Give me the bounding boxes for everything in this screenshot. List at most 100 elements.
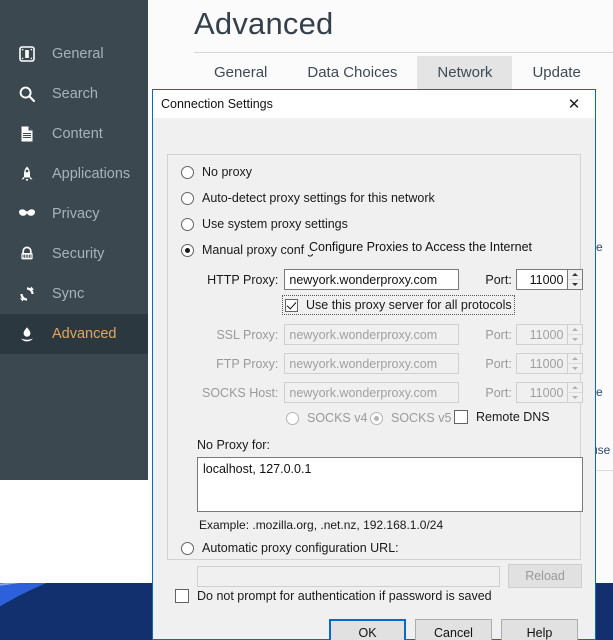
http-port-spinner[interactable]	[568, 269, 583, 290]
use-proxy-for-all-indicator	[285, 298, 298, 312]
spinner-down-icon[interactable]	[568, 364, 582, 373]
preferences-tabs: General Data Choices Network Update	[194, 56, 601, 91]
sidebar-item-privacy[interactable]: Privacy	[0, 194, 148, 234]
proxy-configuration-legend: Configure Proxies to Access the Internet	[305, 240, 537, 254]
ftp-proxy-label: FTP Proxy:	[216, 356, 279, 371]
radio-automatic-proxy-url-label: Automatic proxy configuration URL:	[202, 541, 399, 555]
screen: General Search Content Applications Priv…	[0, 0, 613, 640]
sidebar-item-applications[interactable]: Applications	[0, 154, 148, 194]
ssl-proxy-row: SSL Proxy: newyork.wonderproxy.com Port:…	[197, 324, 583, 345]
title-divider	[194, 52, 613, 53]
http-port-input[interactable]: 11000	[515, 269, 569, 290]
close-icon[interactable]: ✕	[553, 90, 595, 118]
no-proxy-for-label-row: No Proxy for:	[197, 438, 270, 452]
connection-settings-dialog: Connection Settings ✕ Configure Proxies …	[152, 89, 596, 640]
content-icon	[14, 122, 40, 146]
page-title: Advanced	[194, 6, 334, 41]
radio-auto-detect-proxy[interactable]: Auto-detect proxy settings for this netw…	[181, 191, 435, 205]
sidebar-item-security[interactable]: Security	[0, 234, 148, 274]
socks-host-label: SOCKS Host:	[201, 385, 279, 400]
dialog-titlebar: Connection Settings ✕	[153, 90, 595, 118]
radio-automatic-proxy-url[interactable]: Automatic proxy configuration URL:	[181, 541, 399, 555]
security-lock-icon	[14, 242, 40, 266]
pac-url-input[interactable]	[197, 565, 500, 587]
socks-host-input[interactable]: newyork.wonderproxy.com	[284, 382, 460, 403]
use-proxy-for-all-label: Use this proxy server for all protocols	[306, 298, 512, 312]
ftp-proxy-row: FTP Proxy: newyork.wonderproxy.com Port:…	[197, 353, 583, 374]
radio-use-system-proxy[interactable]: Use system proxy settings	[181, 217, 348, 231]
tab-data-choices[interactable]: Data Choices	[287, 56, 417, 91]
reload-button[interactable]: Reload	[508, 564, 582, 588]
sidebar-item-content[interactable]: Content	[0, 114, 148, 154]
socks-v5-indicator	[370, 411, 383, 425]
radio-no-proxy[interactable]: No proxy	[181, 165, 252, 179]
sidebar-item-search[interactable]: Search	[0, 74, 148, 114]
socks-port-spinner[interactable]	[568, 382, 583, 403]
preferences-sidebar: General Search Content Applications Priv…	[0, 0, 148, 480]
spinner-up-icon[interactable]	[568, 325, 582, 335]
radio-use-system-indicator	[181, 217, 194, 231]
http-port-label: Port:	[485, 272, 512, 287]
applications-icon	[14, 162, 40, 186]
tab-network[interactable]: Network	[417, 56, 513, 91]
do-not-prompt-checkbox[interactable]: Do not prompt for authentication if pass…	[175, 589, 492, 603]
sidebar-item-sync[interactable]: Sync	[0, 274, 148, 314]
sidebar-item-label: Applications	[52, 166, 131, 182]
socks-v5-radio[interactable]: SOCKS v5	[370, 411, 451, 425]
socks-host-row: SOCKS Host: newyork.wonderproxy.com Port…	[197, 382, 583, 403]
use-proxy-for-all-protocols-checkbox[interactable]: Use this proxy server for all protocols	[282, 295, 515, 315]
sidebar-item-general[interactable]: General	[0, 34, 148, 74]
socks-port-input[interactable]: 11000	[515, 382, 569, 403]
socks-v4-indicator	[286, 411, 299, 425]
no-proxy-example-note: Example: .mozilla.org, .net.nz, 192.168.…	[199, 518, 444, 532]
socks-v4-radio[interactable]: SOCKS v4	[286, 411, 367, 425]
ok-button[interactable]: OK	[329, 619, 406, 640]
do-not-prompt-indicator	[175, 589, 189, 603]
cancel-button[interactable]: Cancel	[415, 619, 492, 640]
radio-auto-detect-label: Auto-detect proxy settings for this netw…	[202, 191, 435, 205]
ftp-port-input[interactable]: 11000	[515, 353, 569, 374]
ssl-port-input[interactable]: 11000	[515, 324, 569, 345]
sidebar-item-advanced[interactable]: Advanced	[0, 314, 148, 354]
spinner-down-icon[interactable]	[568, 280, 582, 289]
spinner-up-icon[interactable]	[568, 383, 582, 393]
sidebar-item-label: General	[52, 46, 104, 62]
remote-dns-checkbox[interactable]: Remote DNS	[454, 410, 550, 424]
pac-url-row: Reload	[197, 564, 582, 588]
sidebar-item-label: Search	[52, 86, 98, 102]
privacy-mask-icon	[14, 202, 40, 226]
remote-dns-indicator	[454, 410, 468, 424]
spinner-up-icon[interactable]	[568, 354, 582, 364]
general-icon	[14, 42, 40, 66]
sidebar-item-label: Security	[52, 246, 105, 262]
radio-auto-detect-indicator	[181, 191, 194, 205]
tab-general[interactable]: General	[194, 56, 287, 91]
spinner-down-icon[interactable]	[568, 335, 582, 344]
sidebar-item-label: Sync	[52, 286, 85, 302]
ftp-proxy-input[interactable]: newyork.wonderproxy.com	[284, 353, 460, 374]
help-button[interactable]: Help	[501, 619, 578, 640]
spinner-down-icon[interactable]	[568, 393, 582, 402]
ssl-proxy-input[interactable]: newyork.wonderproxy.com	[284, 324, 460, 345]
do-not-prompt-label: Do not prompt for authentication if pass…	[197, 589, 492, 603]
socks-v4-label: SOCKS v4	[307, 411, 368, 425]
ssl-port-label: Port:	[485, 327, 512, 342]
advanced-icon	[14, 322, 40, 346]
socks-v5-label: SOCKS v5	[391, 411, 452, 425]
spinner-up-icon[interactable]	[568, 270, 582, 280]
no-proxy-for-label: No Proxy for:	[197, 438, 270, 452]
ftp-port-spinner[interactable]	[568, 353, 583, 374]
http-proxy-row: HTTP Proxy: newyork.wonderproxy.com Port…	[197, 269, 583, 290]
search-icon	[14, 82, 40, 106]
tab-update[interactable]: Update	[512, 56, 600, 91]
radio-automatic-proxy-url-indicator	[181, 541, 194, 555]
ssl-port-spinner[interactable]	[568, 324, 583, 345]
no-proxy-for-textarea[interactable]: localhost, 127.0.0.1	[197, 457, 583, 512]
sidebar-item-label: Advanced	[52, 326, 117, 342]
ssl-proxy-label: SSL Proxy:	[216, 327, 279, 342]
sidebar-item-label: Privacy	[52, 206, 100, 222]
http-proxy-label: HTTP Proxy:	[207, 272, 279, 287]
radio-manual-proxy-indicator	[181, 243, 194, 257]
http-proxy-input[interactable]: newyork.wonderproxy.com	[284, 269, 460, 290]
background-text-fragment-1: e	[596, 240, 603, 254]
